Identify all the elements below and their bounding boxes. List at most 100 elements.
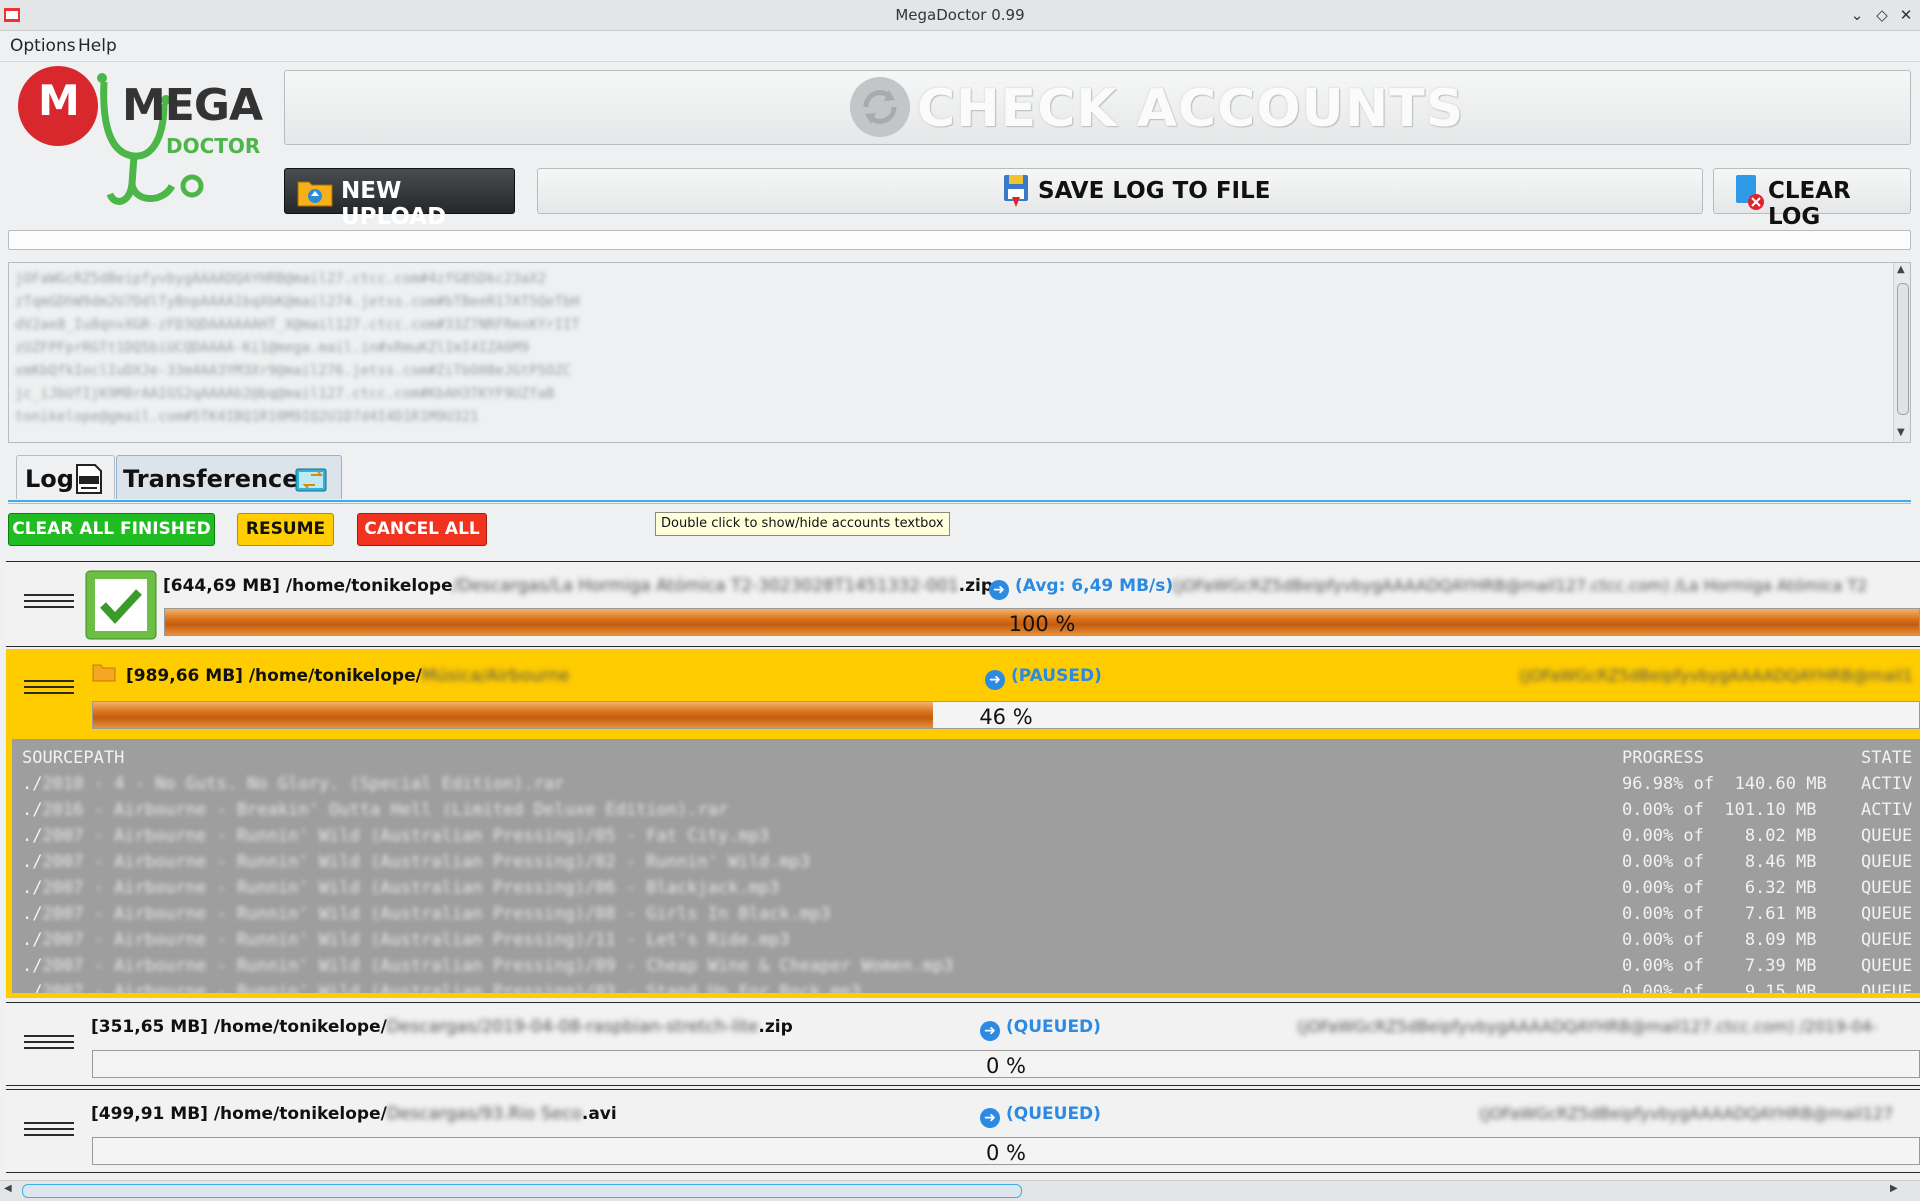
tab-underline	[8, 500, 1911, 502]
transfer-row[interactable]: [499,91 MB] /home/tonikelope/Descargas/9…	[6, 1089, 1920, 1173]
table-cell-progress: 0.00% of 101.10 MB	[1622, 800, 1817, 820]
minimize-icon[interactable]: ⌄	[1846, 4, 1868, 26]
scroll-thumb[interactable]	[1897, 283, 1909, 415]
drag-handle-icon[interactable]	[24, 1122, 74, 1142]
table-row: ./2007 - Airbourne - Runnin' Wild (Austr…	[22, 826, 770, 846]
transfer-status: ➜ (QUEUED)	[980, 1017, 1101, 1041]
clear-log-button[interactable]: CLEAR LOG	[1713, 168, 1911, 230]
transfer-row[interactable]: [644,69 MB] /home/tonikelope/Descargas/L…	[6, 561, 1920, 647]
table-cell-state: QUEUE	[1861, 878, 1913, 898]
save-log-button[interactable]: SAVE LOG TO FILE	[537, 168, 1703, 214]
transfer-row-expanded[interactable]: [989,66 MB] /home/tonikelope/Música/Airb…	[6, 649, 1920, 998]
arrow-right-icon: ➜	[980, 1021, 1000, 1041]
drag-handle-icon[interactable]	[24, 1035, 74, 1055]
clear-document-icon	[1736, 175, 1764, 210]
account-line: xmKbQfkIoclIuDXJe-33m4AA3YM3Xr9@mail276.…	[15, 363, 572, 379]
table-header-progress: PROGRESS	[1622, 748, 1704, 768]
table-cell-state: QUEUE	[1861, 956, 1913, 976]
new-upload-button[interactable]: NEW UPLOAD	[284, 168, 515, 230]
transfer-file-size: [989,66 MB] /home/tonikelope/Música/Airb…	[126, 666, 570, 686]
table-row: ./2007 - Airbourne - Runnin' Wild (Austr…	[22, 904, 831, 924]
account-line: jc_iJbUfIjK9M8rAAIGS2qAAAAb2@bq@mail127.…	[15, 386, 555, 402]
progress-label: 46 %	[979, 705, 1033, 729]
log-file-icon	[76, 464, 102, 494]
horizontal-scrollbar[interactable]: ◀ ▶	[0, 1180, 1920, 1201]
table-cell-state: QUEUE	[1861, 930, 1913, 950]
transfer-account: (jOFaWGcRZ5dBeipfyvbygAAAADQAYHRB@mail12…	[1297, 1017, 1878, 1036]
scroll-down-icon[interactable]: ▼	[1897, 427, 1905, 438]
table-cell-progress: 0.00% of 9.15 MB	[1622, 982, 1817, 993]
table-cell-progress: 96.98% of 140.60 MB	[1622, 774, 1827, 794]
transfer-progress-bar: 0 %	[92, 1050, 1920, 1078]
folder-upload-icon	[297, 181, 333, 207]
logo-doctor-text: DOCTOR	[166, 134, 261, 158]
table-row: ./2007 - Airbourne - Runnin' Wild (Austr…	[22, 930, 790, 950]
scroll-up-icon[interactable]: ▲	[1897, 264, 1905, 275]
transfer-file-size: [644,69 MB] /home/tonikelope/Descargas/L…	[163, 576, 993, 596]
table-row: ./2016 - Airbourne - Breakin' Outta Hell…	[22, 800, 729, 820]
title-bar: MegaDoctor 0.99 ⌄ ◇ ✕	[0, 0, 1920, 31]
transfer-row[interactable]: [351,65 MB] /home/tonikelope/Descargas/2…	[6, 1002, 1920, 1086]
table-cell-state: ACTIV	[1861, 774, 1913, 794]
transfer-icon	[295, 468, 327, 492]
menu-options[interactable]: Options	[10, 36, 76, 56]
clear-all-finished-button[interactable]: CLEAR ALL FINISHED	[8, 513, 215, 546]
folder-files-table[interactable]: SOURCEPATH PROGRESS STATE ./2010 - 4 - N…	[12, 739, 1920, 993]
scroll-right-icon[interactable]: ▶	[1890, 1183, 1898, 1194]
global-progress-bar	[8, 230, 1911, 250]
drag-handle-icon[interactable]	[24, 594, 74, 614]
check-accounts-button[interactable]: CHECK ACCOUNTS	[284, 70, 1911, 145]
progress-label: 100 %	[1008, 612, 1076, 636]
transfer-account: (jOFaWGcRZ5dBeipfyvbygAAAADQAYHRB@mail12…	[1172, 576, 1868, 595]
tab-transferences-label: Transferences	[123, 465, 313, 493]
window-title: MegaDoctor 0.99	[895, 6, 1025, 24]
drag-handle-icon[interactable]	[24, 680, 74, 700]
close-icon[interactable]: ✕	[1895, 4, 1917, 26]
table-cell-progress: 0.00% of 8.02 MB	[1622, 826, 1817, 846]
tab-transferences[interactable]: Transferences	[116, 455, 342, 499]
tooltip: Double click to show/hide accounts textb…	[655, 512, 950, 536]
account-line: zUZFPFprRGTt1DQ5biUCQDAAAA-Ki1@mega.mail…	[15, 340, 530, 356]
tab-log-label: Log	[25, 465, 74, 493]
menu-bar: Options Help	[0, 31, 1920, 62]
transfer-file-size: [499,91 MB] /home/tonikelope/Descargas/9…	[91, 1104, 617, 1124]
transfer-progress-bar: 46 %	[92, 701, 1920, 729]
transfer-account: (jOFaWGcRZ5dBeipfyvbygAAAADQAYHRB@mail1	[1519, 666, 1913, 685]
check-accounts-label: CHECK ACCOUNTS	[917, 79, 1465, 139]
transfer-file-size: [351,65 MB] /home/tonikelope/Descargas/2…	[91, 1017, 793, 1037]
arrow-right-icon: ➜	[989, 580, 1009, 600]
folder-icon	[92, 664, 116, 682]
menu-help[interactable]: Help	[78, 36, 117, 56]
tab-log[interactable]: Log	[16, 455, 115, 499]
table-cell-progress: 0.00% of 8.46 MB	[1622, 852, 1817, 872]
maximize-icon[interactable]: ◇	[1871, 4, 1893, 26]
table-cell-progress: 0.00% of 7.61 MB	[1622, 904, 1817, 924]
account-line: zTqmGDhW9dm2U7DdlTyBnpAAAA1bqXbK@mail274…	[15, 294, 580, 310]
table-cell-state: QUEUE	[1861, 982, 1913, 993]
transfer-status: ➜ (PAUSED)	[985, 666, 1102, 690]
refresh-icon	[850, 77, 910, 137]
cancel-all-button[interactable]: CANCEL ALL	[357, 513, 487, 546]
scroll-left-icon[interactable]: ◀	[4, 1183, 12, 1194]
scroll-thumb[interactable]	[22, 1184, 1022, 1198]
new-upload-label: NEW UPLOAD	[341, 178, 447, 230]
table-header-state: STATE	[1861, 748, 1913, 768]
table-cell-state: ACTIV	[1861, 800, 1913, 820]
table-cell-progress: 0.00% of 6.32 MB	[1622, 878, 1817, 898]
accounts-scrollbar[interactable]: ▲ ▼	[1893, 263, 1910, 442]
table-cell-state: QUEUE	[1861, 852, 1913, 872]
account-line: tonikelope@gmail.com#5TK4IBQ1R10M9IQ2U1D…	[15, 409, 479, 425]
table-row: ./2007 - Airbourne - Runnin' Wild (Austr…	[22, 982, 862, 993]
table-row: ./2007 - Airbourne - Runnin' Wild (Austr…	[22, 878, 780, 898]
arrow-right-icon: ➜	[985, 670, 1005, 690]
save-disk-icon	[1004, 175, 1028, 207]
table-cell-progress: 0.00% of 8.09 MB	[1622, 930, 1817, 950]
table-cell-progress: 0.00% of 7.39 MB	[1622, 956, 1817, 976]
tab-divider	[8, 503, 1911, 504]
table-row: ./2010 - 4 - No Guts. No Glory. (Special…	[22, 774, 565, 794]
logo-m: M	[38, 76, 80, 125]
resume-button[interactable]: RESUME	[237, 513, 334, 546]
arrow-right-icon: ➜	[980, 1108, 1000, 1128]
transfer-progress-bar: 100 %	[164, 608, 1920, 636]
accounts-textbox[interactable]: jOFaWGcRZ5dBeipfyvbygAAAADQAYHRB@mail27.…	[8, 262, 1911, 443]
